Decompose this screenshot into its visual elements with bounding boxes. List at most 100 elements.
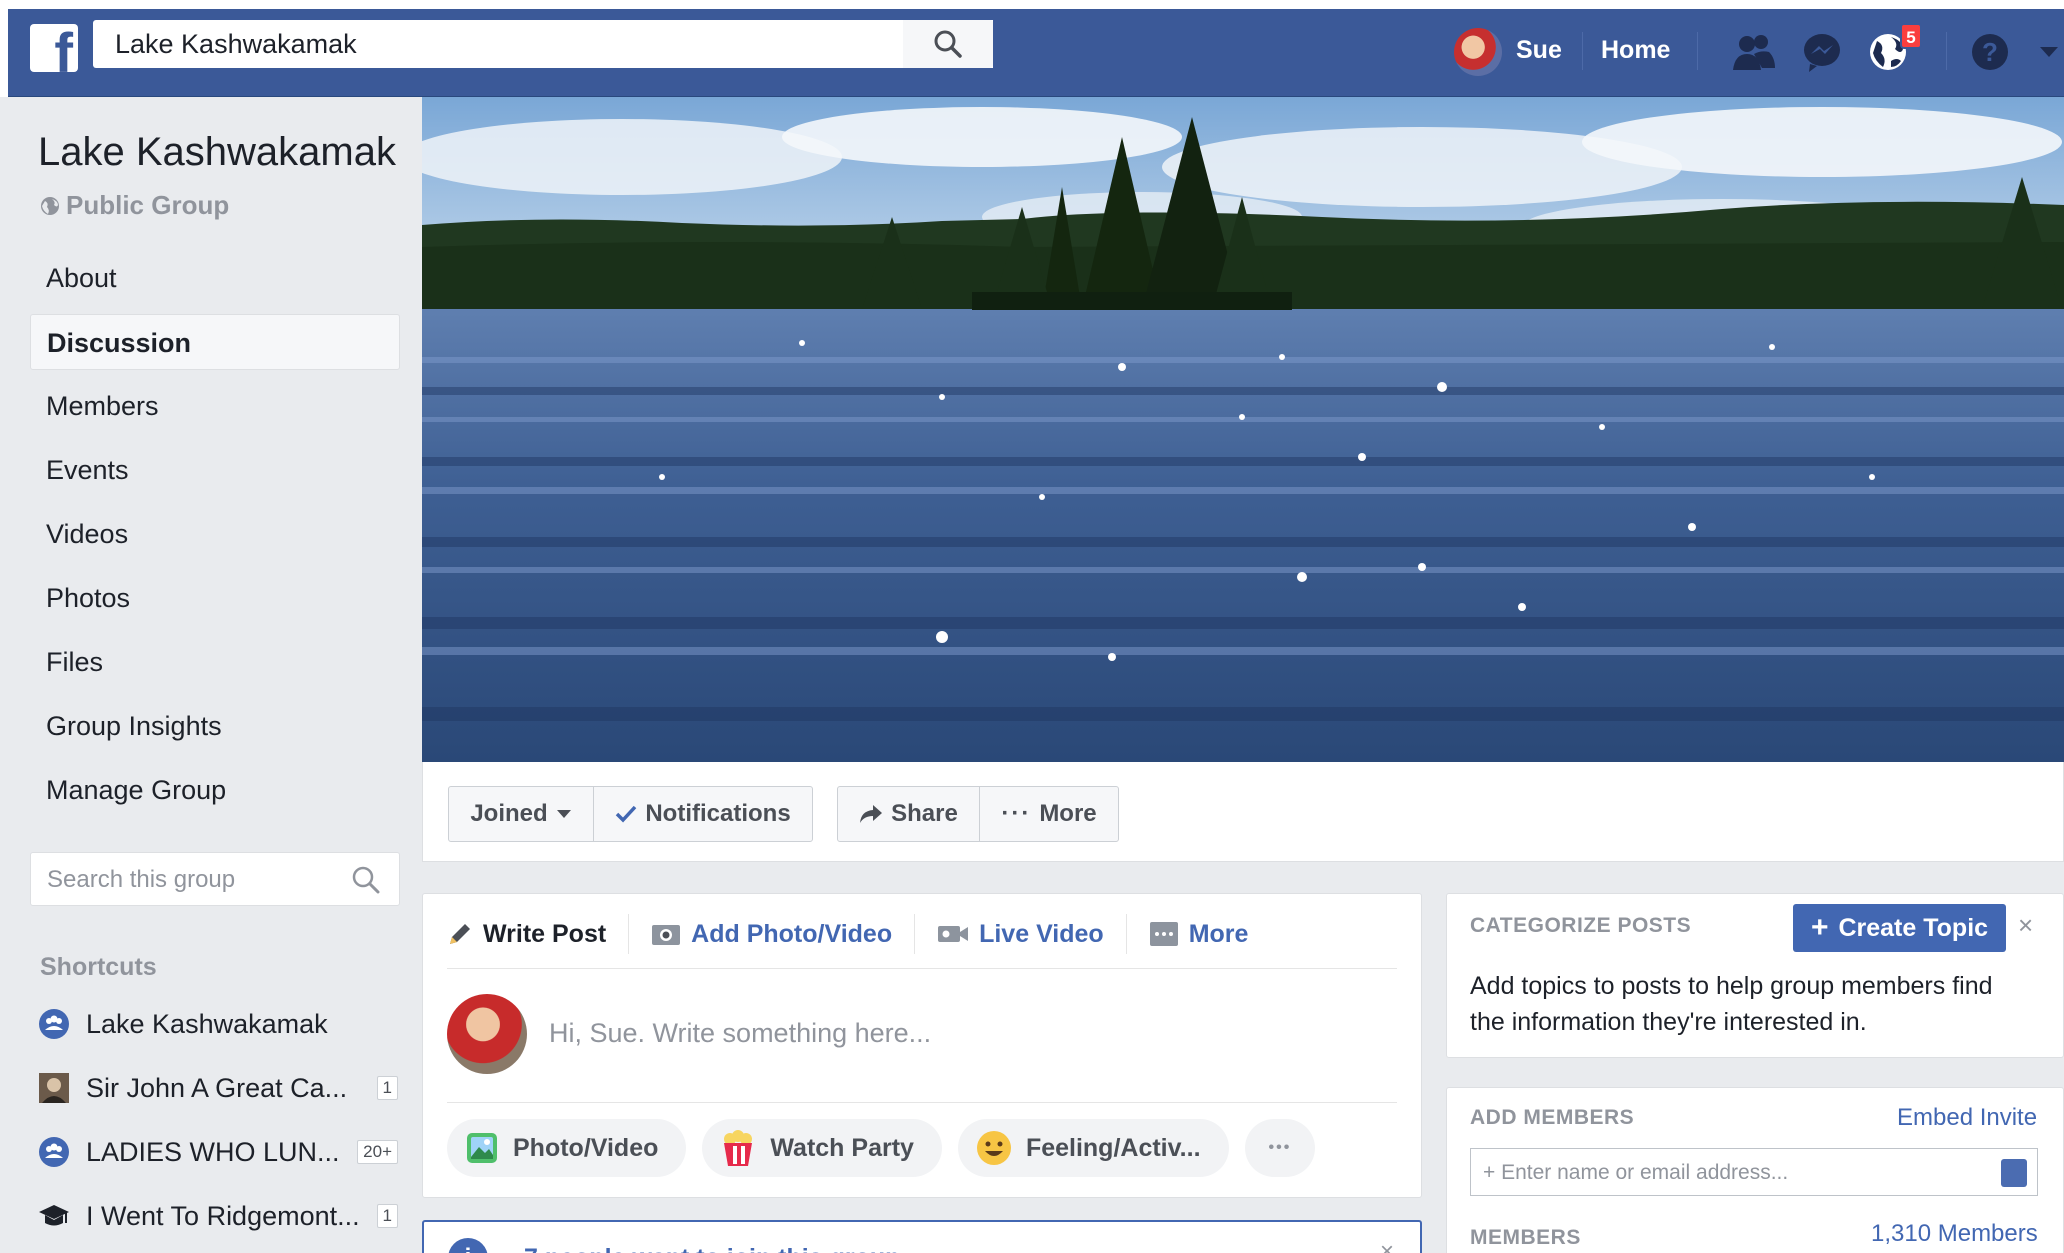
- members-count-link[interactable]: 1,310 Members: [1871, 1220, 2038, 1248]
- search-button[interactable]: [903, 20, 993, 68]
- shortcut-label: Lake Kashwakamak: [86, 1008, 328, 1039]
- address-book-icon[interactable]: [2001, 1159, 2027, 1187]
- shortcut-count-badge: 1: [376, 1204, 398, 1228]
- shortcut-item[interactable]: Lake Kashwakamak: [38, 1002, 398, 1046]
- more-actions-button[interactable]: •••: [1244, 1119, 1316, 1177]
- categorize-title: CATEGORIZE POSTS: [1470, 914, 1692, 937]
- video-camera-icon: [938, 926, 969, 942]
- home-link[interactable]: Home: [1601, 36, 1670, 65]
- watch-party-button[interactable]: Watch Party: [702, 1119, 942, 1177]
- group-privacy-label: Public Group: [40, 190, 229, 221]
- share-button[interactable]: Share: [837, 786, 980, 842]
- tab-write-post[interactable]: Write Post: [447, 914, 630, 954]
- group-name[interactable]: Lake Kashwakamak: [38, 130, 396, 175]
- add-member-input[interactable]: [1483, 1158, 1983, 1188]
- portrait-icon: [38, 1072, 70, 1104]
- sidebar-item-members[interactable]: Members: [30, 378, 400, 434]
- sidebar-item-files[interactable]: Files: [30, 634, 400, 690]
- add-member-field: [1470, 1148, 2038, 1196]
- user-avatar[interactable]: [1454, 28, 1502, 76]
- joined-button[interactable]: Joined: [448, 786, 594, 842]
- search-icon: [934, 30, 962, 58]
- close-icon[interactable]: ×: [2018, 910, 2033, 941]
- categorize-description: Add topics to posts to help group member…: [1470, 972, 1993, 1036]
- notifications-label: Notifications: [645, 800, 791, 827]
- graduation-cap-icon: [38, 1200, 70, 1232]
- shortcut-label: I Went To Ridgemont...: [86, 1200, 360, 1231]
- composer-actions: Photo/Video Watch Party Feeling/Activ...…: [447, 1119, 1316, 1177]
- tab-live-video[interactable]: Live Video: [915, 914, 1127, 954]
- group-search-box: [30, 852, 400, 906]
- messenger-icon[interactable]: [1800, 30, 1844, 74]
- nav-divider: [1946, 32, 1947, 70]
- composer-text-input[interactable]: Hi, Sue. Write something here...: [549, 1018, 931, 1049]
- action-label: Watch Party: [770, 1133, 914, 1162]
- composer-avatar: [447, 994, 527, 1074]
- shortcut-item[interactable]: Sir John A Great Ca... 1: [38, 1066, 398, 1110]
- create-topic-button[interactable]: + Create Topic: [1793, 904, 2006, 952]
- popcorn-icon: [724, 1130, 753, 1166]
- feeling-activity-button[interactable]: Feeling/Activ...: [957, 1119, 1229, 1177]
- action-label: Feeling/Activ...: [1025, 1133, 1201, 1162]
- close-icon[interactable]: ×: [1380, 1238, 1394, 1253]
- logo-letter: f: [54, 24, 73, 73]
- nav-divider: [1697, 32, 1698, 70]
- global-search-input[interactable]: Lake Kashwakamak: [93, 20, 993, 68]
- more-button[interactable]: ··· More: [979, 786, 1119, 842]
- tab-more[interactable]: More: [1127, 914, 1271, 954]
- cover-photo[interactable]: [422, 97, 2064, 762]
- pencil-icon: [450, 924, 470, 944]
- search-icon[interactable]: [351, 865, 381, 895]
- shortcut-item[interactable]: LADIES WHO LUN... 20+: [38, 1130, 398, 1174]
- more-dots-icon: ···: [1001, 800, 1032, 827]
- nav-divider: [1582, 32, 1583, 70]
- shortcuts-heading: Shortcuts: [40, 953, 157, 981]
- group-nav-list: About Discussion Members Events Videos P…: [30, 250, 400, 826]
- sidebar-item-photos[interactable]: Photos: [30, 570, 400, 626]
- create-topic-label: Create Topic: [1838, 913, 1989, 942]
- tab-label: More: [1188, 919, 1249, 948]
- notifications-button[interactable]: Notifications: [593, 786, 813, 842]
- join-request-text: 7 people want to join this group: [524, 1244, 900, 1253]
- tab-add-photo-video[interactable]: Add Photo/Video: [629, 914, 916, 954]
- tab-label: Write Post: [483, 919, 607, 948]
- account-menu-chevron-icon[interactable]: [2034, 30, 2064, 74]
- more-dots-icon: •••: [1268, 1139, 1292, 1156]
- composer-divider: [447, 1102, 1397, 1103]
- facebook-logo[interactable]: f: [30, 24, 78, 72]
- shortcut-label: Sir John A Great Ca...: [86, 1072, 348, 1103]
- friend-requests-icon[interactable]: [1732, 30, 1776, 74]
- photo-video-button[interactable]: Photo/Video: [447, 1119, 687, 1177]
- members-title: MEMBERS: [1470, 1226, 1581, 1249]
- help-icon[interactable]: ?: [1968, 30, 2012, 74]
- profile-link[interactable]: Sue: [1516, 36, 1562, 65]
- join-request-banner[interactable]: i 7 people want to join this group ×: [422, 1220, 1422, 1253]
- caret-down-icon: [556, 810, 571, 818]
- shortcut-item[interactable]: I Went To Ridgemont... 1: [38, 1194, 398, 1238]
- group-icon: [38, 1136, 70, 1168]
- group-search-input[interactable]: [47, 865, 347, 895]
- sidebar-item-manage-group[interactable]: Manage Group: [30, 762, 400, 818]
- sidebar-item-group-insights[interactable]: Group Insights: [30, 698, 400, 754]
- sidebar-item-videos[interactable]: Videos: [30, 506, 400, 562]
- smiley-icon: [976, 1131, 1011, 1165]
- sidebar-item-about[interactable]: About: [30, 250, 400, 306]
- sidebar-item-discussion[interactable]: Discussion: [30, 314, 400, 370]
- sidebar-item-events[interactable]: Events: [30, 442, 400, 498]
- joined-label: Joined: [470, 800, 548, 827]
- shortcut-count-badge: 1: [376, 1076, 398, 1100]
- checkmark-icon: [616, 805, 637, 823]
- share-arrow-icon: [860, 805, 883, 823]
- svg-text:?: ?: [1982, 37, 1998, 67]
- photo-icon: [467, 1133, 497, 1163]
- globe-icon: [41, 196, 59, 215]
- embed-invite-link[interactable]: Embed Invite: [1897, 1104, 2037, 1132]
- tab-label: Live Video: [979, 919, 1104, 948]
- info-icon: i: [448, 1238, 488, 1253]
- camera-icon: [652, 925, 681, 945]
- post-composer: Write Post Add Photo/Video Live Video Mo…: [422, 893, 1422, 1198]
- add-members-title: ADD MEMBERS: [1470, 1106, 1635, 1129]
- privacy-text: Public Group: [66, 190, 230, 220]
- shortcut-count-badge: 20+: [357, 1140, 398, 1164]
- share-label: Share: [891, 800, 958, 827]
